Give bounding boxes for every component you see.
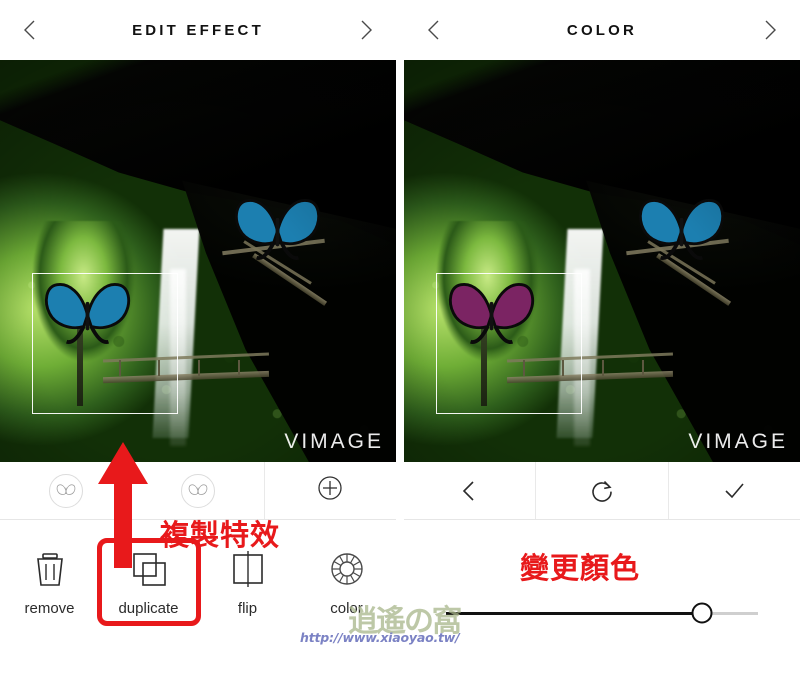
screenshot-root: EDIT EFFECT VIMAGE remove duplicate flip… [0,0,800,684]
butterfly-icon [180,473,215,508]
checkmark-icon [725,482,744,498]
back-button[interactable] [404,462,537,519]
trash-icon [29,548,71,590]
chevron-right-icon[interactable] [352,17,378,43]
remove-tool[interactable]: remove [0,540,99,627]
left-photo-canvas[interactable]: VIMAGE [0,60,396,462]
chevron-left-icon[interactable] [18,17,44,43]
color-actions-row [404,462,800,520]
butterfly-icon [48,473,83,508]
chevron-right-icon[interactable] [756,17,782,43]
flip-label: flip [237,600,258,617]
site-watermark: 逍遙の窩 http://www.xiaoyao.tw/ [300,596,490,650]
watermark-url: http://www.xiaoyao.tw/ [300,630,460,645]
add-effect-button[interactable] [264,462,396,519]
plus-icon [317,475,343,506]
boardwalk-post [641,359,644,376]
remove-label: remove [24,600,75,617]
selection-box[interactable] [435,273,583,414]
red-up-arrow-annotation [92,440,154,570]
duplicate-label: duplicate [118,600,179,617]
reset-circular-arrow-icon [592,480,612,502]
duplicate-annotation-text: 複製特效 [160,518,281,552]
selection-box[interactable] [31,273,179,414]
page-title: EDIT EFFECT [132,21,264,39]
reset-button[interactable] [536,462,669,519]
boardwalk-post [602,359,604,376]
vimage-watermark: VIMAGE [688,430,788,453]
color-wheel-icon [326,548,368,590]
flip-icon [227,548,269,590]
chevron-left-icon [462,480,474,501]
butterfly-effect-top[interactable] [634,185,729,273]
chevron-left-icon[interactable] [422,17,448,43]
boardwalk-post [198,359,200,376]
edit-effect-panel: EDIT EFFECT VIMAGE remove duplicate flip… [0,0,396,684]
slider-track[interactable] [446,602,758,624]
apply-button[interactable] [669,462,800,519]
vimage-watermark: VIMAGE [284,430,384,453]
butterfly-effect-top[interactable] [230,185,325,273]
right-header: COLOR [404,0,800,60]
slider-knob[interactable] [691,602,713,624]
panel-divider [396,0,404,684]
color-annotation-text: 變更顏色 [520,551,641,585]
page-title: COLOR [566,21,638,39]
boardwalk-post [237,359,240,376]
left-header: EDIT EFFECT [0,0,396,60]
right-photo-canvas[interactable]: VIMAGE [404,60,800,462]
